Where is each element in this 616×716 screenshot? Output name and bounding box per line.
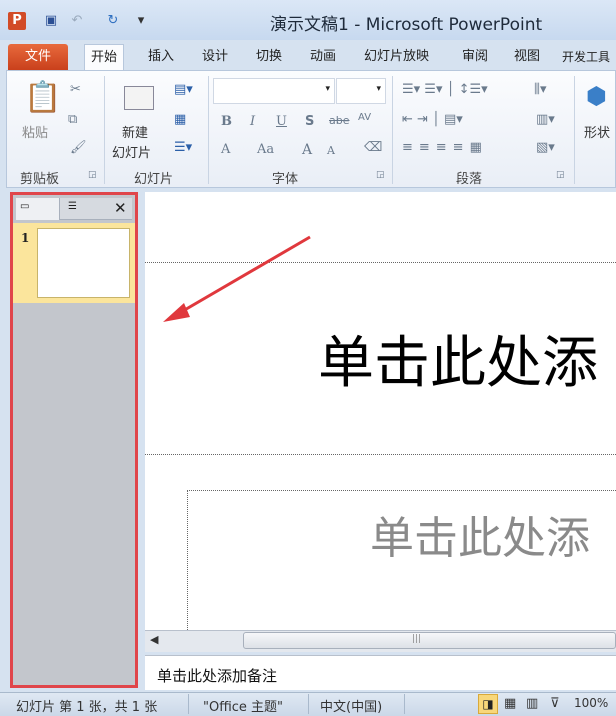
close-panel-icon[interactable]: ✕ [114,199,127,217]
theme-name[interactable]: "Office 主题" [203,696,283,715]
language[interactable]: 中文(中国) [320,696,382,715]
slides-group-label: 幻灯片 [134,172,174,187]
customize-toolbar-icon[interactable]: ▾ [132,12,150,30]
shapes-icon[interactable]: ⬢ [586,82,607,110]
align-text-icon[interactable]: ▥▾ [536,112,555,127]
redo-icon[interactable]: ↻ [104,12,122,30]
layout-icon[interactable]: ▤▾ [174,82,193,97]
new-slide-button-label[interactable]: 幻灯片 [112,142,151,161]
copy-icon[interactable]: ⧉ [68,112,77,127]
strikethrough-button[interactable]: abe [329,114,350,127]
divider [188,694,189,714]
change-case-button[interactable]: Aa [257,142,274,157]
dialog-launcher-icon[interactable]: ◲ [556,170,565,180]
underline-button[interactable]: U [276,114,287,129]
font-name-select[interactable]: ▾ [213,78,335,104]
undo-icon[interactable]: ↶ [68,12,86,30]
divider [104,76,105,184]
slides-panel: ▭ ☰ ✕ 1 [10,192,138,688]
paste-button[interactable]: 粘贴 [22,122,48,141]
tab-developer[interactable]: 开发工具 [560,44,612,70]
reading-view-button[interactable]: ▥ [526,696,538,711]
format-painter-icon[interactable]: 🖌 [70,140,87,155]
grow-font-button[interactable]: A [302,142,312,158]
notes-placeholder[interactable]: 单击此处添加备注 [157,665,277,686]
outline-tab-icon: ☰ [68,201,77,212]
text-direction-icon[interactable]: ⫼▾ [534,82,547,97]
clear-formatting-icon[interactable]: ⌫ [364,140,382,155]
grip-icon: ||| [412,634,422,644]
tab-home[interactable]: 开始 [84,44,125,70]
clipboard-group-label: 剪贴板 [20,172,60,187]
bullets-icon[interactable]: ☰▾ ☰▾ │ ↕☰▾ [402,82,488,97]
subtitle-placeholder-text[interactable]: 单击此处添 [370,502,590,566]
smartart-icon[interactable]: ▧▾ [536,140,555,155]
shapes-button[interactable]: 形状 [584,122,610,141]
zoom-level[interactable]: 100% [574,696,608,710]
tab-insert[interactable]: 插入 [142,44,180,70]
tab-slides[interactable]: ▭ [16,198,60,220]
divider [208,76,209,184]
tab-slideshow[interactable]: 幻灯片放映 [358,44,435,70]
dialog-launcher-icon[interactable]: ◲ [376,170,385,180]
tab-design[interactable]: 设计 [196,44,234,70]
character-spacing-button[interactable]: AV [358,112,371,123]
normal-view-button[interactable]: ◨ [478,694,498,714]
slide-thumbnail[interactable] [37,228,130,298]
tab-outline[interactable]: ☰ [60,198,110,220]
italic-button[interactable]: I [250,114,255,129]
font-size-select[interactable]: ▾ [336,78,386,104]
bold-button[interactable]: B [221,114,232,129]
arrow-head [163,303,190,322]
slide-info: 幻灯片 第 1 张，共 1 张 [16,700,158,715]
tab-transitions[interactable]: 切换 [250,44,288,70]
alignment-icons[interactable]: ≡≡≡≡▦ [402,140,488,155]
tab-animations[interactable]: 动画 [304,44,342,70]
paragraph-group-label: 段落 [456,172,483,187]
slideshow-view-button[interactable]: ⊽ [550,696,560,711]
divider [574,76,575,184]
font-group-label: 字体 [272,172,299,187]
shadow-button[interactable]: S [305,114,314,129]
arrow-shaft [175,235,311,317]
chevron-down-icon: ▾ [325,84,330,94]
tab-file[interactable]: 文件 [8,44,68,70]
tab-view[interactable]: 视图 [508,44,546,70]
divider [308,694,309,714]
scroll-left-arrow[interactable]: ◀ [150,633,158,646]
scrollbar-thumb[interactable]: ||| [243,632,616,649]
new-slide-button[interactable]: 新建 [122,122,148,141]
slide-number: 1 [21,231,30,245]
powerpoint-app-icon[interactable]: P [8,12,26,30]
paste-icon[interactable]: 📋 [24,80,61,115]
panel-tabs: ▭ ☰ ✕ [16,198,132,220]
tab-review[interactable]: 审阅 [456,44,494,70]
font-color-button[interactable]: A [221,142,230,157]
divider [404,694,405,714]
section-icon[interactable]: ☰▾ [174,140,192,155]
chevron-down-icon: ▾ [376,84,381,94]
red-arrow-annotation [163,235,311,322]
new-slide-icon[interactable] [124,86,154,110]
indent-icon[interactable]: ⇤ ⇥ │ ▤▾ [402,112,463,127]
cut-icon[interactable]: ✂ [70,82,81,97]
shrink-font-button[interactable]: A [327,144,335,157]
window-title: 演示文稿1 - Microsoft PowerPoint [270,15,543,35]
slide-sorter-view-button[interactable]: ▦ [504,696,516,711]
slides-tab-icon: ▭ [20,201,30,212]
title-placeholder-text[interactable]: 单击此处添 [318,318,598,399]
divider [392,76,393,184]
dialog-launcher-icon[interactable]: ◲ [88,170,97,180]
reset-icon[interactable]: ▦ [174,112,186,127]
save-icon[interactable]: ▣ [42,12,60,30]
